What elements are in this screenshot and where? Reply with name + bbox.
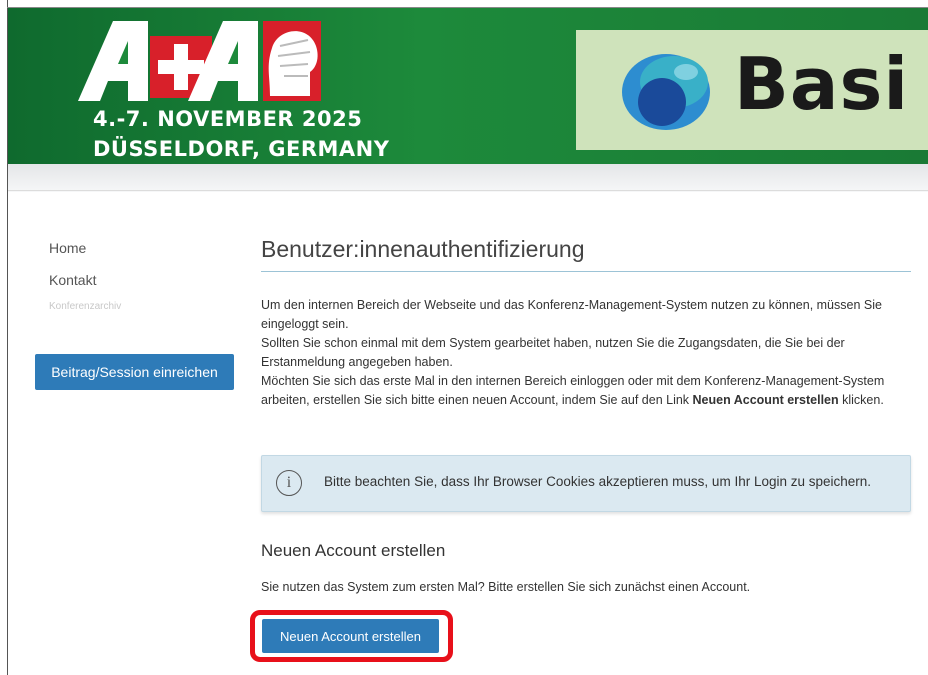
- event-place: DÜSSELDORF, GERMANY: [93, 137, 390, 161]
- create-account-button[interactable]: Neuen Account erstellen: [262, 619, 439, 653]
- intro-paragraph-3: Möchten Sie sich das erste Mal in den in…: [261, 372, 911, 410]
- divider: [8, 190, 928, 191]
- intro-paragraph-1: Um den internen Bereich der Webseite und…: [261, 298, 882, 331]
- new-account-link-text[interactable]: Neuen Account erstellen: [693, 393, 839, 407]
- intro-text-after: klicken.: [838, 393, 884, 407]
- sidebar-item-archiv[interactable]: Konferenzarchiv: [35, 300, 235, 314]
- event-date: 4.-7. NOVEMBER 2025: [93, 107, 363, 131]
- info-icon: i: [276, 470, 302, 496]
- cookie-notice-text: Bitte beachten Sie, dass Ihr Browser Coo…: [324, 474, 872, 489]
- page-title: Benutzer:innenauthentifizierung: [261, 236, 911, 272]
- basi-logo-icon: [622, 54, 710, 130]
- intro-paragraph-2: Sollten Sie schon einmal mit dem System …: [261, 336, 845, 369]
- intro-text: Um den internen Bereich der Webseite und…: [261, 296, 911, 410]
- submit-contribution-button[interactable]: Beitrag/Session einreichen: [35, 354, 234, 390]
- aa-logo[interactable]: 4.-7. NOVEMBER 2025 DÜSSELDORF, GERMANY: [48, 12, 389, 162]
- sponsor-name: Basi: [734, 42, 909, 126]
- sidebar: Home Kontakt Konferenzarchiv Beitrag/Ses…: [35, 236, 235, 390]
- header-banner: 4.-7. NOVEMBER 2025 DÜSSELDORF, GERMANY …: [8, 8, 928, 164]
- cookie-notice: i Bitte beachten Sie, dass Ihr Browser C…: [261, 455, 911, 512]
- sidebar-item-home[interactable]: Home: [35, 236, 235, 268]
- main-content: Benutzer:innenauthentifizierung Um den i…: [261, 228, 911, 594]
- sidebar-item-kontakt[interactable]: Kontakt: [35, 268, 235, 300]
- new-account-title: Neuen Account erstellen: [261, 541, 446, 560]
- header-shadow: [8, 164, 928, 192]
- sponsor-logo[interactable]: Basi: [576, 30, 928, 150]
- new-account-description: Sie nutzen das System zum ersten Mal? Bi…: [261, 580, 751, 594]
- aa-logo-mark: [78, 21, 321, 101]
